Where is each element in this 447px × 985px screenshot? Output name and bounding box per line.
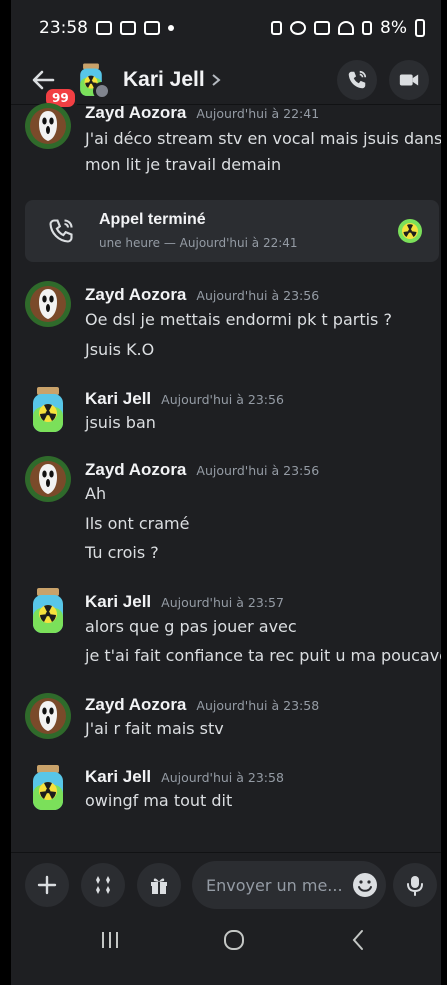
voice-call-button[interactable] xyxy=(337,60,377,100)
status-bar: 23:58 8% xyxy=(11,0,441,56)
message-timestamp: Aujourd'hui à 23:56 xyxy=(196,288,320,303)
message-text: je t'ai fait confiance ta rec puit u ma … xyxy=(85,646,441,665)
notification-icon xyxy=(120,21,136,35)
call-subtitle: une heure — Aujourd'hui à 22:41 xyxy=(99,236,298,250)
header-avatar[interactable] xyxy=(73,62,111,100)
message-author[interactable]: Zayd Aozora xyxy=(85,285,186,305)
message-text: alors que g pas jouer avec xyxy=(85,617,297,636)
message-author[interactable]: Kari Jell xyxy=(85,592,151,612)
message-text: jsuis ban xyxy=(85,413,156,432)
message-text: Oe dsl je mettais endormi pk t partis ? xyxy=(85,310,392,329)
battery-text: 8% xyxy=(380,18,407,38)
message-text: Jsuis K.O xyxy=(85,340,155,359)
battery-icon xyxy=(415,19,425,37)
message-timestamp: Aujourd'hui à 23:57 xyxy=(161,595,284,610)
message-text: Tu crois ? xyxy=(85,543,159,562)
gift-button[interactable] xyxy=(137,863,181,907)
nav-home-icon[interactable] xyxy=(222,928,246,952)
app-screen: 23:58 8% 99 Kari Jell Zayd Aozora Aujour… xyxy=(11,0,441,985)
participant-avatar xyxy=(398,219,422,243)
more-notifications-dot xyxy=(168,25,174,31)
message-text: Ah xyxy=(85,484,107,503)
signal-icon xyxy=(362,21,373,35)
ghostface-wreath-avatar xyxy=(25,281,71,327)
mic-icon xyxy=(407,876,423,896)
gift-icon xyxy=(151,878,167,894)
header-title[interactable]: Kari Jell xyxy=(123,68,221,92)
gallery-icon xyxy=(96,21,112,35)
screenshot-icon xyxy=(144,21,160,35)
alarm-icon xyxy=(290,21,307,35)
back-button[interactable]: 99 xyxy=(29,66,78,110)
message-author[interactable]: Kari Jell xyxy=(85,389,151,409)
offline-status-indicator xyxy=(93,82,111,100)
message-timestamp: Aujourd'hui à 22:41 xyxy=(196,106,320,121)
message-text: mon lit je travail demain xyxy=(85,155,282,174)
battery-saver-icon xyxy=(271,21,283,35)
message-author[interactable]: Zayd Aozora xyxy=(85,460,186,480)
status-time: 23:58 xyxy=(39,18,88,38)
call-title: Appel terminé xyxy=(99,211,206,228)
voice-message-button[interactable] xyxy=(393,863,437,907)
message-text: J'ai r fait mais stv xyxy=(85,719,224,738)
emoji-icon[interactable] xyxy=(352,872,378,898)
ghostface-wreath-avatar xyxy=(25,103,71,149)
ghostface-wreath-avatar xyxy=(25,456,71,502)
video-icon xyxy=(399,74,419,86)
message-composer: Envoyer un me... xyxy=(11,852,441,917)
message-text: Ils ont cramé xyxy=(85,514,190,533)
chat-header: 99 Kari Jell xyxy=(11,56,441,110)
message-timestamp: Aujourd'hui à 23:56 xyxy=(196,463,320,478)
video-call-button[interactable] xyxy=(389,60,429,100)
message-timestamp: Aujourd'hui à 23:58 xyxy=(196,698,320,713)
nav-back-icon[interactable] xyxy=(347,928,371,952)
message-input[interactable]: Envoyer un me... xyxy=(192,861,386,909)
system-nav-bar xyxy=(11,916,441,985)
mute-icon xyxy=(314,21,331,35)
phone-icon xyxy=(348,70,367,89)
message-timestamp: Aujourd'hui à 23:58 xyxy=(161,770,284,785)
nav-recents-icon[interactable] xyxy=(98,928,122,952)
radioactive-jar-avatar xyxy=(33,588,63,633)
header-name: Kari Jell xyxy=(123,68,205,91)
message-author[interactable]: Kari Jell xyxy=(85,767,151,787)
radioactive-jar-avatar xyxy=(33,387,63,432)
apps-icon xyxy=(96,876,110,894)
message-text: J'ai déco stream stv en vocal mais jsuis… xyxy=(85,129,441,148)
apps-button[interactable] xyxy=(81,863,125,907)
chevron-right-icon xyxy=(212,74,221,86)
message-author[interactable]: Zayd Aozora xyxy=(85,103,186,123)
message-author[interactable]: Zayd Aozora xyxy=(85,695,186,715)
wifi-icon xyxy=(338,21,355,35)
message-input-placeholder: Envoyer un me... xyxy=(206,875,343,895)
message-timestamp: Aujourd'hui à 23:56 xyxy=(161,392,284,407)
ghostface-wreath-avatar xyxy=(25,693,71,739)
call-ended-card[interactable]: Appel terminé une heure — Aujourd'hui à … xyxy=(25,200,439,262)
attach-button[interactable] xyxy=(25,863,69,907)
message-text: owingf ma tout dit xyxy=(85,791,233,810)
radioactive-jar-avatar xyxy=(33,765,63,810)
call-ended-phone-icon xyxy=(49,219,73,243)
plus-icon xyxy=(37,875,57,895)
